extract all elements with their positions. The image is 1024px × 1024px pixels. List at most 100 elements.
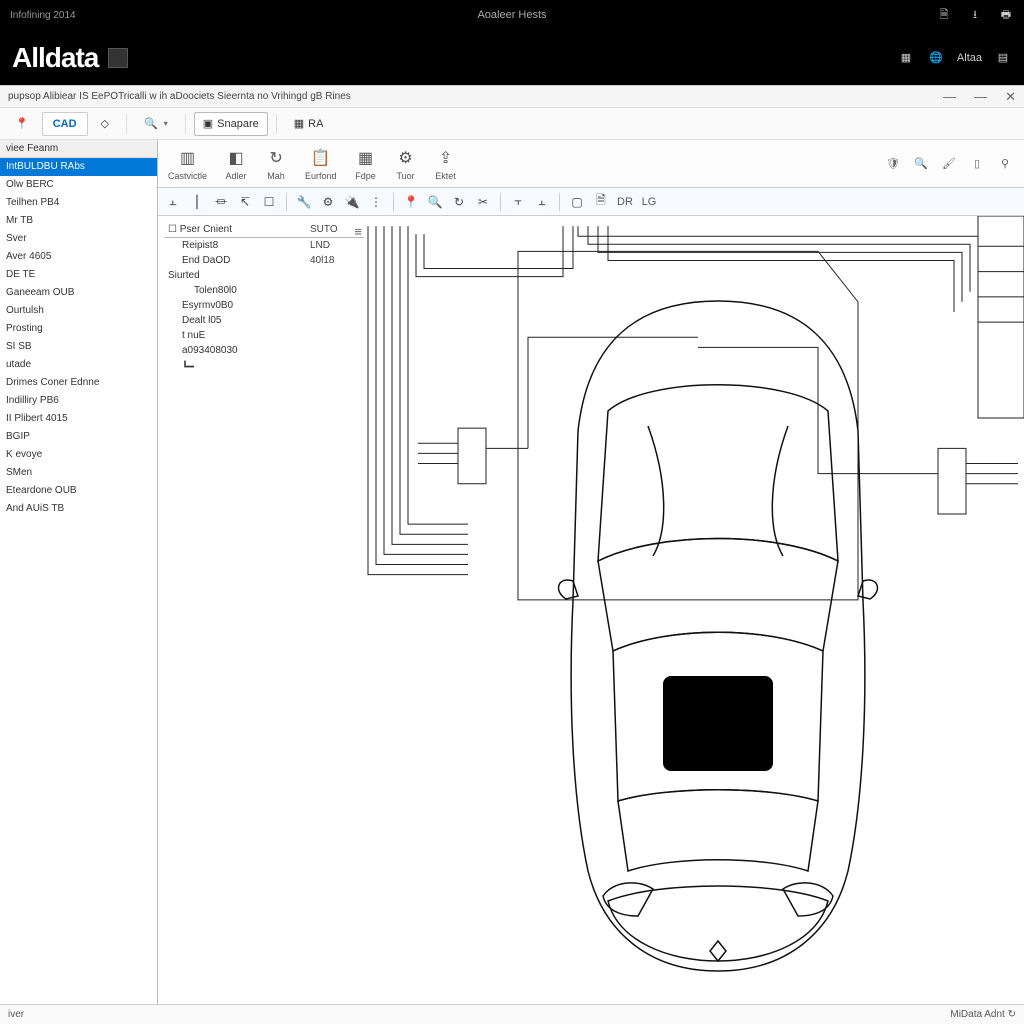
tool-dr[interactable]: DR [616,192,634,212]
tool-line[interactable]: ⎮ [188,192,206,212]
sidebar-item[interactable]: Aver 4605 [0,248,157,266]
clipboard-icon: 📋 [310,147,332,169]
props-tail-icon: ┗━ [164,358,364,377]
tool-ruler[interactable]: ⏛ [212,192,230,212]
sidebar-item[interactable]: BGIP [0,428,157,446]
tool-more[interactable]: ⋮ [367,192,385,212]
sidebar-item[interactable]: SMen [0,464,157,482]
ribbon-ektet[interactable]: ⇪Ektet [435,147,457,181]
sidebar-item[interactable]: SI SB [0,338,157,356]
sidebar-item[interactable]: Ganeeam OUB [0,284,157,302]
shield-icon[interactable]: 🛡 [884,155,902,173]
tool-pin[interactable]: 📍 [402,192,420,212]
close-button[interactable]: ✕ [1005,89,1016,105]
ribbon-mah[interactable]: ↻Mah [265,147,287,181]
export-icon: ⇪ [435,147,457,169]
cad-tab[interactable]: CAD [42,112,88,136]
sidebar-item[interactable]: Olw BERC [0,176,157,194]
ribbon-adier[interactable]: ◧Adler [225,147,247,181]
globe-icon[interactable]: 🌐 [927,49,945,67]
sidebar-item[interactable]: Eteardone OUB [0,482,157,500]
sidebar-item[interactable]: Teilhen PB4 [0,194,157,212]
tool-doc[interactable]: 🗎 [592,192,610,212]
snapare-button[interactable]: ▣ Snapare [194,112,268,136]
main-panel: ▥Castvictle ◧Adler ↻Mah 📋Eurfond ▦Fdpe ⚙… [158,140,1024,1004]
ribbon-toolbar: ▥Castvictle ◧Adler ↻Mah 📋Eurfond ▦Fdpe ⚙… [158,140,1024,188]
props-row[interactable]: t nuE [164,328,364,343]
tool-wrench[interactable]: 🔧 [295,192,313,212]
brand-right-label[interactable]: Altaa [957,52,982,64]
content-area: viee Feanm IntBULDBU RAbs Olw BERC Teilh… [0,140,1024,1004]
status-bar: iver MiData Adnt ↻ [0,1004,1024,1024]
topbar-title: Aoaleer Hests [477,9,546,21]
props-menu-icon[interactable]: ≡ [354,224,362,239]
card-icon[interactable]: ▦ [897,49,915,67]
restore-button[interactable]: — [974,89,987,105]
brand-bar: Alldata ▦ 🌐 Altaa ▤ [0,30,1024,85]
tool-gear[interactable]: ⚙ [319,192,337,212]
props-row[interactable]: End DaOD40l18 [164,253,364,268]
minimize-button[interactable]: — [943,89,956,105]
props-row[interactable]: Esyrmv0B0 [164,298,364,313]
sidebar-item[interactable]: Mr TB [0,212,157,230]
printer-icon[interactable]: 🖶 [998,7,1014,23]
sidebar-item[interactable]: utade [0,356,157,374]
os-topbar: Infofining 2014 Aoaleer Hests 🗎 ⭳ 🖶 [0,0,1024,30]
tool-box[interactable]: ☐ [260,192,278,212]
brush-icon[interactable]: 🖌 [940,155,958,173]
sidebar-item[interactable]: II Plibert 4015 [0,410,157,428]
layers-icon: ▥ [177,147,199,169]
ribbon-castvictle[interactable]: ▥Castvictle [168,147,207,181]
canvas-area[interactable]: ≡ Pser Cnient SUTO Reipist8LND End DaOD4… [158,216,1024,1004]
tool-page[interactable]: ▢ [568,192,586,212]
ra-button[interactable]: ▦ RA [285,112,333,136]
tree-sidebar: viee Feanm IntBULDBU RAbs Olw BERC Teilh… [0,140,158,1004]
window-titlebar: pupsop Alibiear IS EePOTricalli w ih aDo… [0,86,1024,108]
tool-lg[interactable]: LG [640,192,658,212]
sidebar-header: viee Feanm [0,140,157,158]
outline-icon[interactable]: ◇ [92,112,118,136]
props-row[interactable]: Reipist8LND [164,238,364,253]
ribbon-eurfond[interactable]: 📋Eurfond [305,147,337,181]
properties-panel: ≡ Pser Cnient SUTO Reipist8LND End DaOD4… [164,222,364,377]
sidebar-item[interactable]: IntBULDBU RAbs [0,158,157,176]
link-icon[interactable]: ⚲ [996,155,1014,173]
refresh-icon: ↻ [265,147,287,169]
props-row[interactable]: Siurted [164,268,364,283]
sidebar-item[interactable]: Drimes Coner Ednne [0,374,157,392]
tool-cut[interactable]: ✂ [474,192,492,212]
vehicle-drawing [518,271,918,991]
brand-logo: Alldata [12,42,128,74]
props-row[interactable]: Dealt l05 [164,313,364,328]
props-row[interactable]: a093408030 [164,343,364,358]
props-header[interactable]: Pser Cnient SUTO [164,222,364,238]
tool-h1[interactable]: ⫟ [509,192,527,212]
search-icon[interactable]: 🔍 [912,155,930,173]
chart-icon[interactable]: ▤ [994,49,1012,67]
props-row[interactable]: Tolen80l0 [164,283,364,298]
download-icon[interactable]: ⭳ [967,7,983,23]
tool-h2[interactable]: ⫠ [533,192,551,212]
pin-icon[interactable]: 📍 [6,112,38,136]
panel-icon[interactable]: ▯ [968,155,986,173]
tool-align[interactable]: ⫠ [164,192,182,212]
sidebar-item[interactable]: Indilliry PB6 [0,392,157,410]
sidebar-item[interactable]: DE TE [0,266,157,284]
topbar-right-icons: 🗎 ⭳ 🖶 [936,7,1014,23]
tool-zoom[interactable]: 🔍 [426,192,444,212]
tool-plug[interactable]: 🔌 [343,192,361,212]
tool-refresh2[interactable]: ↻ [450,192,468,212]
search-button[interactable]: 🔍▾ [135,112,177,136]
ribbon-tuor[interactable]: ⚙Tuor [395,147,417,181]
sidebar-item[interactable]: Ourtulsh [0,302,157,320]
app-window: pupsop Alibiear IS EePOTricalli w ih aDo… [0,85,1024,1024]
add-icon: ◧ [225,147,247,169]
ribbon-fdpe[interactable]: ▦Fdpe [355,147,377,181]
sidebar-item[interactable]: K evoye [0,446,157,464]
sidebar-item[interactable]: Prosting [0,320,157,338]
sidebar-item[interactable]: And AUiS TB [0,500,157,518]
tool-cursor[interactable]: ↸ [236,192,254,212]
sidebar-item[interactable]: Sver [0,230,157,248]
document-icon[interactable]: 🗎 [936,7,952,23]
status-right: MiData Adnt ↻ [950,1009,1016,1020]
